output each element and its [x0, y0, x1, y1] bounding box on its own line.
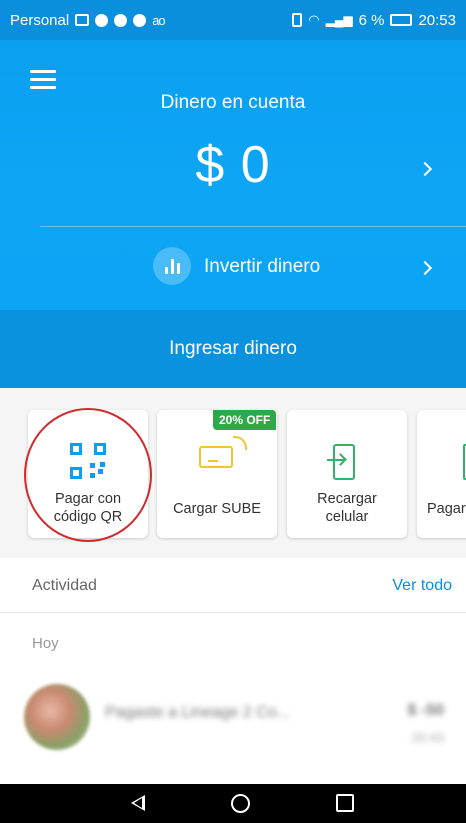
- status-left: Personal ao: [10, 11, 166, 29]
- messenger-icon: [133, 13, 147, 27]
- back-icon[interactable]: [131, 795, 145, 811]
- voicemail-icon: ao: [152, 12, 166, 28]
- system-nav-bar: [0, 784, 466, 823]
- shortcut-label: Cargar SUBE: [173, 501, 261, 517]
- transaction-time: 20:43: [411, 730, 444, 745]
- transaction-description: Pagaste a Lineage 2 Co...: [105, 704, 291, 721]
- invest-label: Invertir dinero: [204, 256, 321, 277]
- activity-title: Actividad: [32, 577, 97, 594]
- balance-title[interactable]: Dinero en cuenta: [0, 92, 466, 114]
- highlight-circle: [24, 408, 152, 542]
- whatsapp-icon: [95, 13, 109, 27]
- menu-icon[interactable]: [30, 70, 56, 90]
- invest-button[interactable]: Invertir dinero: [0, 228, 466, 310]
- chat-icon: [114, 13, 128, 27]
- contactless-icon: [233, 436, 247, 450]
- recent-apps-icon[interactable]: [336, 794, 354, 812]
- pay-button[interactable]: Pagar: [417, 410, 466, 538]
- mail-icon: [75, 14, 90, 26]
- arrow-in-icon: [327, 459, 345, 461]
- vibrate-icon: [292, 13, 303, 27]
- carrier-name: Personal: [10, 11, 70, 29]
- load-sube-button[interactable]: 20% OFF Cargar SUBE: [157, 410, 277, 538]
- status-bar: Personal ao ◠ ▂▄▆ 6 % 20:53: [0, 0, 466, 40]
- shortcut-label: Recargar celular: [317, 491, 377, 525]
- deposit-label: Ingresar dinero: [169, 338, 297, 359]
- status-right: ◠ ▂▄▆ 6 % 20:53: [292, 12, 456, 29]
- avatar: [24, 684, 90, 750]
- wifi-icon: ◠: [308, 12, 320, 27]
- chevron-right-icon: [417, 260, 433, 276]
- bar-chart-icon: [153, 247, 191, 285]
- account-header: Dinero en cuenta $ 0 Invertir dinero Ing…: [0, 40, 466, 388]
- activity-day: Hoy: [32, 635, 59, 652]
- see-all-link[interactable]: Ver todo: [392, 577, 452, 595]
- divider: [40, 226, 466, 227]
- recharge-phone-button[interactable]: Recargar celular: [287, 410, 407, 538]
- battery-icon: [390, 14, 413, 26]
- clock: 20:53: [418, 11, 456, 29]
- sube-card-icon: [199, 446, 233, 468]
- balance-value[interactable]: $ 0: [0, 135, 466, 195]
- transaction-row[interactable]: Pagaste a Lineage 2 Co... $ -50 20:43: [0, 674, 466, 774]
- discount-badge: 20% OFF: [213, 410, 277, 430]
- activity-section: Actividad Ver todo Hoy Pagaste a Lineage…: [0, 558, 466, 784]
- activity-header: Actividad Ver todo: [0, 558, 466, 613]
- shortcut-label: Pagar: [427, 501, 466, 517]
- deposit-button[interactable]: Ingresar dinero: [0, 310, 466, 388]
- home-icon[interactable]: [231, 794, 250, 813]
- transaction-amount: $ -50: [407, 702, 444, 719]
- signal-icon: ▂▄▆: [325, 13, 353, 27]
- battery-level: 6 %: [358, 11, 385, 29]
